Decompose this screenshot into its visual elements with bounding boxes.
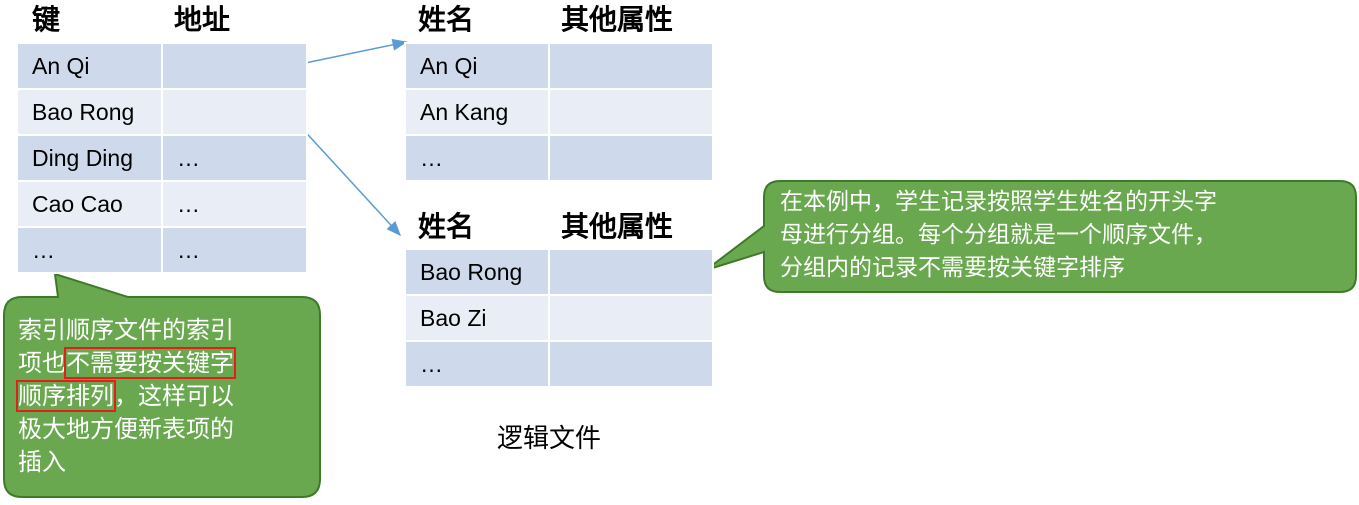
table-row: … … [16,226,308,274]
index-table: An Qi Bao Rong Ding Ding … Cao Cao … … … [16,42,308,274]
index-key-cell: An Qi [16,42,163,90]
index-address-cell [161,88,308,136]
group-a-attrs-cell [548,42,714,90]
group-a-header-attrs: 其他属性 [561,3,674,36]
callout-right-text: 在本例中，学生记录按照学生姓名的开头字 母进行分组。每个分组就是一个顺序文件， … [780,186,1217,285]
index-key-cell: Ding Ding [16,134,163,182]
group-a-name-cell: … [404,134,550,182]
callout-left-line: 索引顺序文件的索引 [18,316,234,344]
callout-left-highlight: 顺序排列 [16,380,116,412]
index-key-cell: … [16,226,163,274]
table-row: Bao Zi [404,294,714,342]
callout-right-line: 在本例中，学生记录按照学生姓名的开头字 [780,189,1217,215]
callout-left-line: 插入 [18,448,66,476]
callout-left-line: 顺序排列，这样可以 [16,380,234,413]
group-a-attrs-cell [548,88,714,136]
group-b-attrs-cell [548,294,714,342]
group-b-header-name: 姓名 [418,210,475,243]
table-row: An Qi [16,42,308,90]
group-b-attrs-cell [548,340,714,388]
group-a-name-cell: An Qi [404,42,550,90]
group-a-name-cell: An Kang [404,88,550,136]
index-address-cell: … [161,134,308,182]
index-key-cell: Cao Cao [16,180,163,228]
callout-left-line: 极大地方便新表项的 [18,415,234,443]
callout-left-highlight: 不需要按关键字 [64,347,236,379]
callout-left-plain: ，这样可以 [114,382,234,410]
group-b-name-cell: … [404,340,550,388]
table-row: Bao Rong [16,88,308,136]
table-row: An Qi [404,42,714,90]
group-b-name-cell: Bao Zi [404,294,550,342]
table-row: Bao Rong [404,248,714,296]
group-b-header-attrs: 其他属性 [561,210,674,243]
table-row: An Kang [404,88,714,136]
callout-right-line: 分组内的记录不需要按关键字排序 [780,255,1125,281]
index-header-address: 地址 [174,3,231,36]
callout-left-text: 索引顺序文件的索引 项也不需要按关键字 顺序排列，这样可以 极大地方便新表项的 … [16,314,236,479]
logical-file-caption: 逻辑文件 [497,424,602,454]
callout-right-line: 母进行分组。每个分组就是一个顺序文件， [780,222,1217,248]
table-row: Cao Cao … [16,180,308,228]
group-b-table: Bao Rong Bao Zi … [404,248,714,388]
table-row: … [404,340,714,388]
index-header-key: 键 [32,3,61,36]
index-address-cell: … [161,180,308,228]
callout-left-plain: 项也 [18,349,66,377]
group-a-attrs-cell [548,134,714,182]
group-b-name-cell: Bao Rong [404,248,550,296]
group-b-attrs-cell [548,248,714,296]
index-key-cell: Bao Rong [16,88,163,136]
index-address-cell: … [161,226,308,274]
group-a-table: An Qi An Kang … [404,42,714,182]
table-row: Ding Ding … [16,134,308,182]
group-a-header-name: 姓名 [418,3,475,36]
callout-left-line: 项也不需要按关键字 [18,347,236,380]
table-row: … [404,134,714,182]
index-address-cell [161,42,308,90]
